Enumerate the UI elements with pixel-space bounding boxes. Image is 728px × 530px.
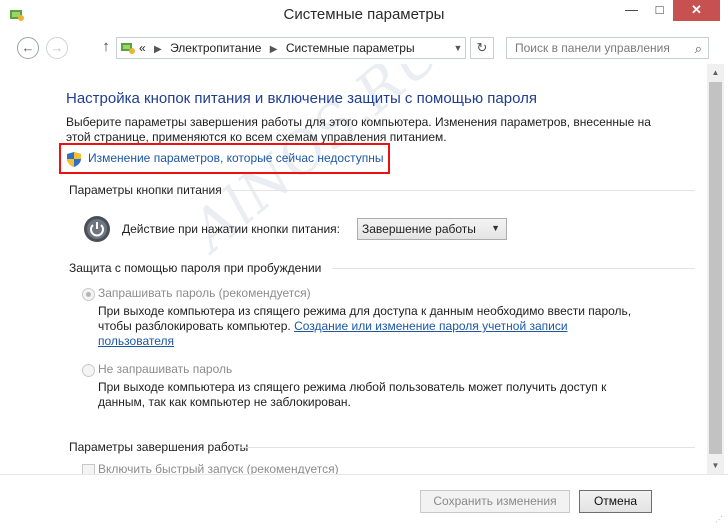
- search-box[interactable]: ⌕: [506, 37, 709, 59]
- breadcrumb-power-options[interactable]: Электропитание: [170, 41, 261, 55]
- no-password-label: Не запрашивать пароль: [98, 362, 233, 376]
- no-password-description: При выходе компьютера из спящего режима …: [98, 380, 607, 409]
- change-unavailable-settings-link[interactable]: Изменение параметров, которые сейчас нед…: [88, 151, 384, 165]
- power-button-action-label: Действие при нажатии кнопки питания:: [122, 222, 341, 236]
- cancel-button[interactable]: Отмена: [579, 490, 652, 513]
- section-divider: [232, 190, 695, 191]
- address-dropdown-icon[interactable]: ▼: [450, 37, 466, 59]
- require-password-radio[interactable]: [82, 288, 95, 301]
- main-content: AlNOS.RU Настройка кнопок питания и вклю…: [0, 64, 707, 474]
- vertical-scrollbar[interactable]: ▲ ▼: [707, 64, 724, 474]
- power-button-action-value: Завершение работы: [362, 222, 476, 236]
- footer-bar: Сохранить изменения Отмена ⋰: [0, 474, 728, 530]
- page-title: Настройка кнопок питания и включение защ…: [66, 90, 537, 107]
- breadcrumb-overflow[interactable]: «: [139, 41, 146, 55]
- fast-startup-label: Включить быстрый запуск (рекомендуется): [98, 462, 339, 474]
- up-arrow-icon[interactable]: ↑: [95, 37, 117, 59]
- resize-grip-icon[interactable]: ⋰: [715, 516, 725, 527]
- power-buttons-section-title: Параметры кнопки питания: [69, 183, 222, 197]
- breadcrumb-system-settings[interactable]: Системные параметры: [286, 41, 415, 55]
- scroll-up-icon[interactable]: ▲: [707, 64, 724, 81]
- password-section-title: Защита с помощью пароля при пробуждении: [69, 261, 322, 275]
- scroll-down-icon[interactable]: ▼: [707, 457, 724, 474]
- title-bar[interactable]: Системные параметры — □ ✕: [0, 0, 728, 30]
- no-password-radio[interactable]: [82, 364, 95, 377]
- power-icon: [84, 216, 110, 242]
- breadcrumb: « ▶ Электропитание ▶ Системные параметры: [139, 41, 415, 55]
- chevron-right-icon: ▶: [154, 44, 162, 55]
- section-divider: [332, 268, 695, 269]
- shutdown-section-title: Параметры завершения работы: [69, 440, 249, 454]
- control-panel-window: Системные параметры — □ ✕ ← → ↑ « ▶ Элек…: [0, 0, 728, 530]
- highlight-box: Изменение параметров, которые сейчас нед…: [59, 143, 390, 174]
- search-icon[interactable]: ⌕: [695, 41, 702, 57]
- require-password-description: При выходе компьютера из спящего режима …: [98, 304, 638, 349]
- minimize-button[interactable]: —: [617, 0, 646, 21]
- fast-startup-checkbox[interactable]: [82, 464, 95, 474]
- section-divider: [240, 447, 695, 448]
- back-arrow-icon[interactable]: ←: [17, 37, 39, 59]
- refresh-icon[interactable]: ↻: [470, 37, 494, 59]
- scrollbar-thumb[interactable]: [709, 82, 722, 454]
- navigation-bar: ← → ↑ « ▶ Электропитание ▶ Системные пар…: [0, 32, 728, 64]
- search-input[interactable]: [507, 38, 690, 58]
- uac-shield-icon: [67, 152, 81, 167]
- chevron-down-icon: ▼: [491, 223, 500, 233]
- save-changes-button[interactable]: Сохранить изменения: [420, 490, 570, 513]
- power-button-action-select[interactable]: Завершение работы ▼: [357, 218, 507, 240]
- control-panel-icon: [121, 43, 135, 54]
- page-description: Выберите параметры завершения работы для…: [66, 115, 651, 144]
- forward-arrow-icon[interactable]: →: [46, 37, 68, 59]
- close-button[interactable]: ✕: [673, 0, 720, 21]
- require-password-label: Запрашивать пароль (рекомендуется): [98, 286, 311, 300]
- chevron-right-icon: ▶: [269, 44, 278, 55]
- address-bar[interactable]: « ▶ Электропитание ▶ Системные параметры: [116, 37, 466, 59]
- maximize-button[interactable]: □: [646, 0, 673, 21]
